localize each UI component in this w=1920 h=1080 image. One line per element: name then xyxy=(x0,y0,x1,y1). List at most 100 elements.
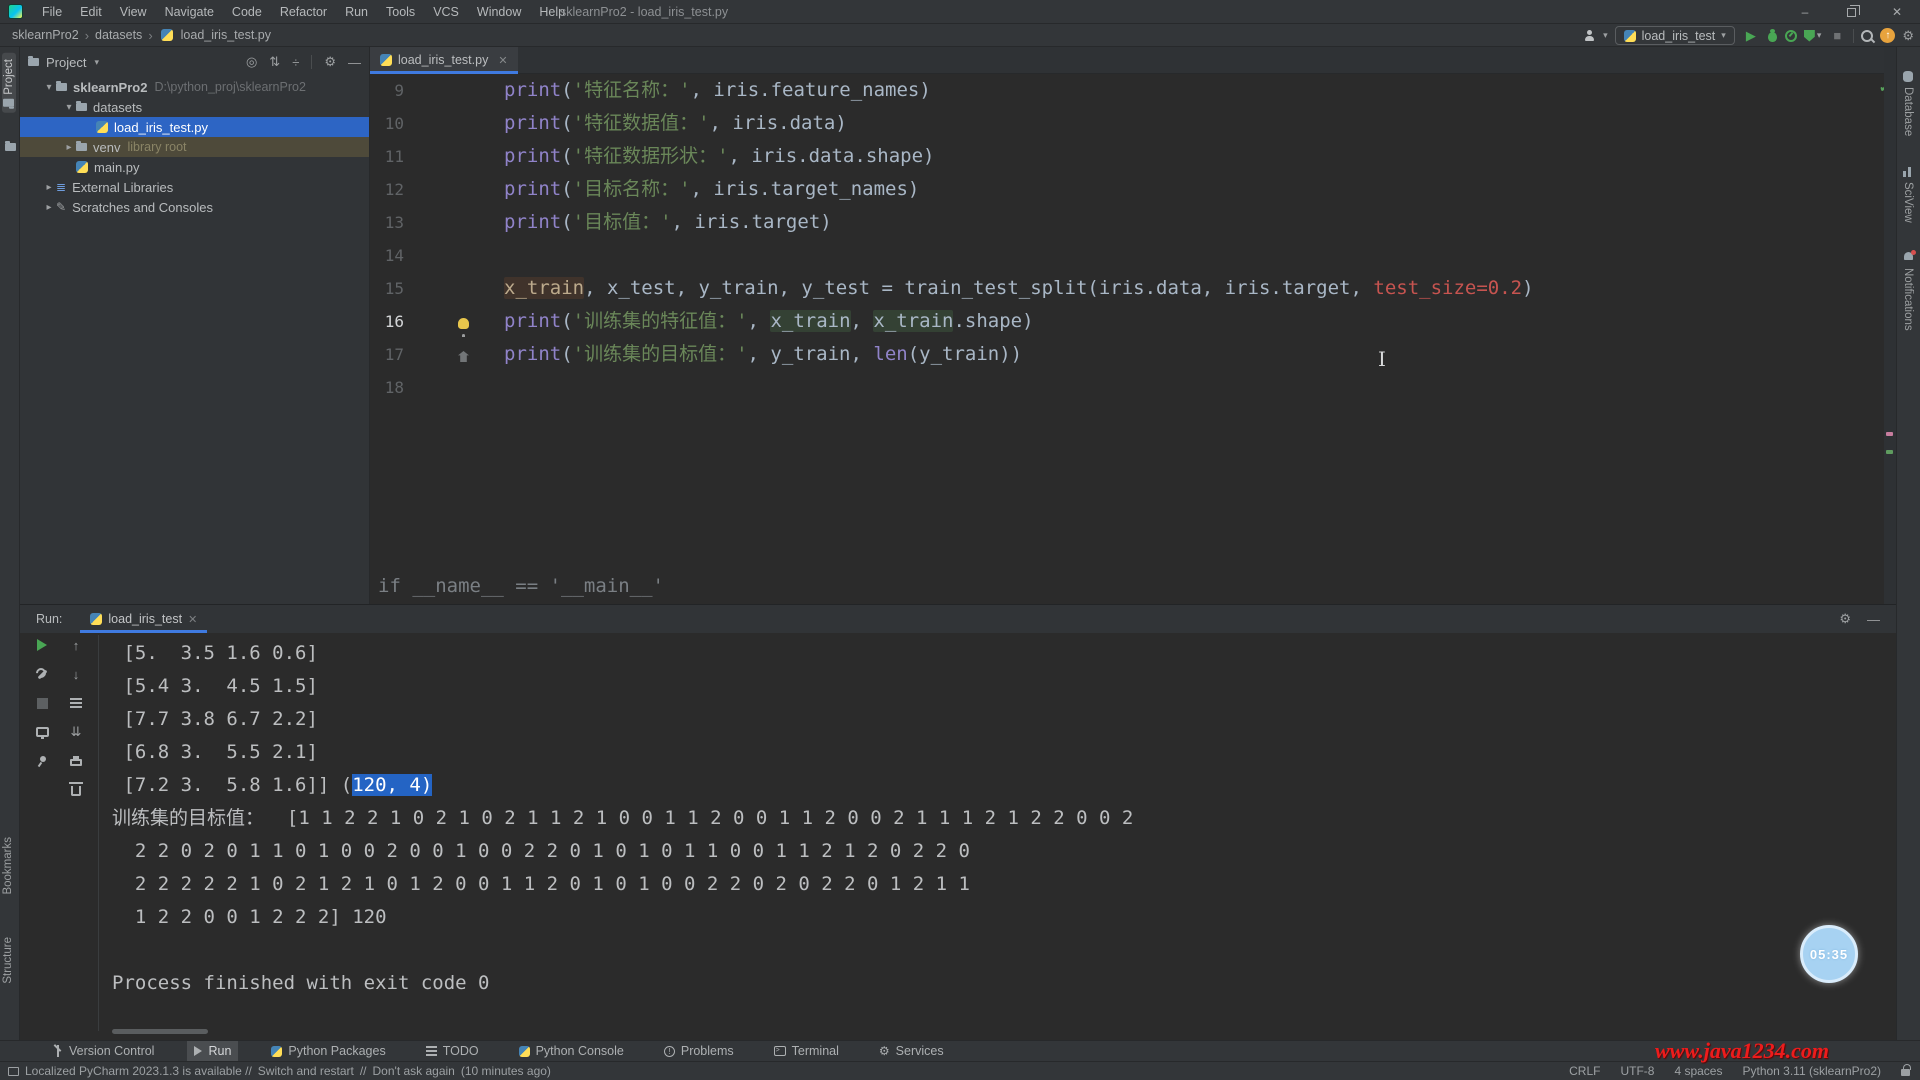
up-stack-trace-icon[interactable]: ↑ xyxy=(68,637,84,653)
settings-gear-icon[interactable]: ⚙ xyxy=(1902,28,1914,44)
close-button[interactable]: ✕ xyxy=(1874,0,1920,24)
down-stack-trace-icon[interactable]: ↓ xyxy=(68,666,84,682)
soft-wrap-icon[interactable] xyxy=(68,695,84,711)
breadcrumb-item[interactable]: datasets xyxy=(91,28,146,42)
sidebar-tab-notifications[interactable]: Notifications xyxy=(1902,252,1914,331)
coverage-button[interactable]: ▾ xyxy=(1804,30,1822,42)
sidebar-tab-project[interactable]: Project xyxy=(2,53,16,113)
menu-run[interactable]: Run xyxy=(336,0,377,24)
encoding-widget[interactable]: UTF-8 xyxy=(1620,1064,1654,1078)
tree-item-sklearnpro2[interactable]: ▾sklearnPro2D:\python_proj\sklearnPro2 xyxy=(20,77,369,97)
tree-chevron-icon[interactable]: ▾ xyxy=(42,82,56,93)
code-line-17[interactable]: 17print('训练集的目标值：', y_train, len(y_train… xyxy=(370,338,1896,371)
close-tab-icon[interactable]: ✕ xyxy=(498,54,507,67)
panel-options-gear-icon[interactable]: ⚙ xyxy=(324,54,336,70)
menu-window[interactable]: Window xyxy=(468,0,530,24)
scroll-to-end-icon[interactable]: ⇊ xyxy=(68,724,84,740)
intention-bulb-icon[interactable] xyxy=(458,312,469,334)
restore-layout-icon[interactable] xyxy=(34,724,50,740)
tree-chevron-icon[interactable]: ▸ xyxy=(42,182,56,193)
expand-icon[interactable]: ÷ xyxy=(292,55,299,70)
menu-file[interactable]: File xyxy=(33,0,71,24)
tree-chevron-icon[interactable]: ▸ xyxy=(62,142,76,153)
menu-code[interactable]: Code xyxy=(223,0,271,24)
tree-item-load-iris-test-py[interactable]: load_iris_test.py xyxy=(20,117,369,137)
print-icon[interactable] xyxy=(68,753,84,769)
restore-button[interactable] xyxy=(1828,0,1874,24)
code-line-10[interactable]: 10print('特征数据值：', iris.data) xyxy=(370,107,1896,140)
toolwindow-button-terminal[interactable]: >Terminal xyxy=(767,1041,846,1062)
sidebar-tab-structure[interactable]: Structure xyxy=(2,937,14,984)
code-line-13[interactable]: 13print('目标值：', iris.target) xyxy=(370,206,1896,239)
commit-icon[interactable] xyxy=(5,143,16,151)
toolwindow-button-python-packages[interactable]: Python Packages xyxy=(264,1041,392,1062)
toolwindow-button-services[interactable]: ⚙Services xyxy=(872,1041,951,1062)
code-line-16[interactable]: 16print('训练集的特征值：', x_train, x_train.sha… xyxy=(370,305,1896,338)
tree-chevron-icon[interactable]: ▸ xyxy=(42,202,56,213)
line-ending-widget[interactable]: CRLF xyxy=(1569,1064,1600,1078)
dont-ask-link[interactable]: Don't ask again xyxy=(373,1064,455,1078)
clear-console-trash-icon[interactable] xyxy=(68,782,84,798)
edit-configuration-wrench-icon[interactable] xyxy=(34,666,50,682)
lock-icon[interactable] xyxy=(1901,1069,1910,1076)
code-line-14[interactable]: 14 xyxy=(370,239,1896,272)
code-line-12[interactable]: 12print('目标名称：', iris.target_names) xyxy=(370,173,1896,206)
code-line-15[interactable]: 15x_train, x_test, y_train, y_test = tra… xyxy=(370,272,1896,305)
toolwindow-button-version-control[interactable]: Version Control xyxy=(46,1041,161,1062)
code-line-11[interactable]: 11print('特征数据形状：', iris.data.shape) xyxy=(370,140,1896,173)
collapse-all-icon[interactable]: ⇅ xyxy=(269,54,280,70)
close-run-tab-icon[interactable]: ✕ xyxy=(188,613,197,626)
tree-item-venv[interactable]: ▸venvlibrary root xyxy=(20,137,369,157)
hide-panel-icon[interactable]: — xyxy=(348,55,361,70)
interpreter-widget[interactable]: Python 3.11 (sklearnPro2) xyxy=(1742,1064,1881,1078)
sidebar-tab-database[interactable]: Database xyxy=(1902,71,1914,136)
rerun-button[interactable] xyxy=(34,637,50,653)
profiler-button[interactable] xyxy=(1785,30,1797,42)
tree-item-scratches-and-consoles[interactable]: ▸✎Scratches and Consoles xyxy=(20,197,369,217)
user-dropdown-arrow[interactable]: ▾ xyxy=(1603,30,1608,41)
sidebar-tab-sciview[interactable]: SciView xyxy=(1902,167,1914,223)
gutter-mark-icon[interactable] xyxy=(458,345,469,367)
search-everywhere-icon[interactable] xyxy=(1861,30,1873,42)
run-panel-gear-icon[interactable]: ⚙ xyxy=(1839,611,1851,627)
menu-refactor[interactable]: Refactor xyxy=(271,0,336,24)
menu-tools[interactable]: Tools xyxy=(377,0,424,24)
menu-vcs[interactable]: VCS xyxy=(424,0,468,24)
editor-tab[interactable]: load_iris_test.py ✕ xyxy=(370,47,518,73)
code-line-9[interactable]: 9print('特征名称：', iris.feature_names) xyxy=(370,74,1896,107)
editor-scrollbar[interactable] xyxy=(1884,47,1896,604)
sidebar-tab-bookmarks[interactable]: Bookmarks xyxy=(2,837,14,895)
toolwindow-button-problems[interactable]: !Problems xyxy=(657,1041,741,1062)
toolwindow-button-todo[interactable]: TODO xyxy=(419,1041,486,1062)
tree-item-external-libraries[interactable]: ▸≣External Libraries xyxy=(20,177,369,197)
chevron-down-icon[interactable]: ▾ xyxy=(94,57,99,68)
toolwindow-button-run[interactable]: Run xyxy=(187,1041,238,1062)
toolwindow-button-python-console[interactable]: Python Console xyxy=(512,1041,631,1062)
switch-restart-link[interactable]: Switch and restart xyxy=(258,1064,354,1078)
code-line-18[interactable]: 18 xyxy=(370,371,1896,404)
tree-item-main-py[interactable]: main.py xyxy=(20,157,369,177)
pin-tab-icon[interactable] xyxy=(34,753,50,769)
debug-button[interactable] xyxy=(1767,29,1778,42)
stop-process-button[interactable] xyxy=(34,695,50,711)
menu-view[interactable]: View xyxy=(111,0,156,24)
breadcrumb-item[interactable]: load_iris_test.py xyxy=(177,28,275,42)
console-output[interactable]: [5. 3.5 1.6 0.6] [5.4 3. 4.5 1.5] [7.7 3… xyxy=(112,637,1812,1000)
locate-file-icon[interactable]: ◎ xyxy=(246,54,257,70)
layout-icon[interactable] xyxy=(8,1067,19,1076)
stop-button[interactable]: ■ xyxy=(1828,28,1846,43)
run-button[interactable]: ▶ xyxy=(1742,28,1760,44)
tree-item-datasets[interactable]: ▾datasets xyxy=(20,97,369,117)
indent-widget[interactable]: 4 spaces xyxy=(1674,1064,1722,1078)
run-tab[interactable]: load_iris_test ✕ xyxy=(80,605,207,633)
minimize-button[interactable]: – xyxy=(1782,0,1828,24)
menu-navigate[interactable]: Navigate xyxy=(156,0,223,24)
user-icon[interactable] xyxy=(1583,30,1596,42)
breadcrumb-item[interactable]: sklearnPro2 xyxy=(8,28,83,42)
menu-edit[interactable]: Edit xyxy=(71,0,111,24)
code-viewport[interactable]: 9print('特征名称：', iris.feature_names)10pri… xyxy=(370,74,1896,404)
horizontal-scrollbar-thumb[interactable] xyxy=(112,1029,208,1034)
tree-chevron-icon[interactable]: ▾ xyxy=(62,102,76,113)
hide-run-panel-icon[interactable]: — xyxy=(1867,612,1880,627)
ide-update-icon[interactable]: ↑ xyxy=(1880,28,1895,43)
